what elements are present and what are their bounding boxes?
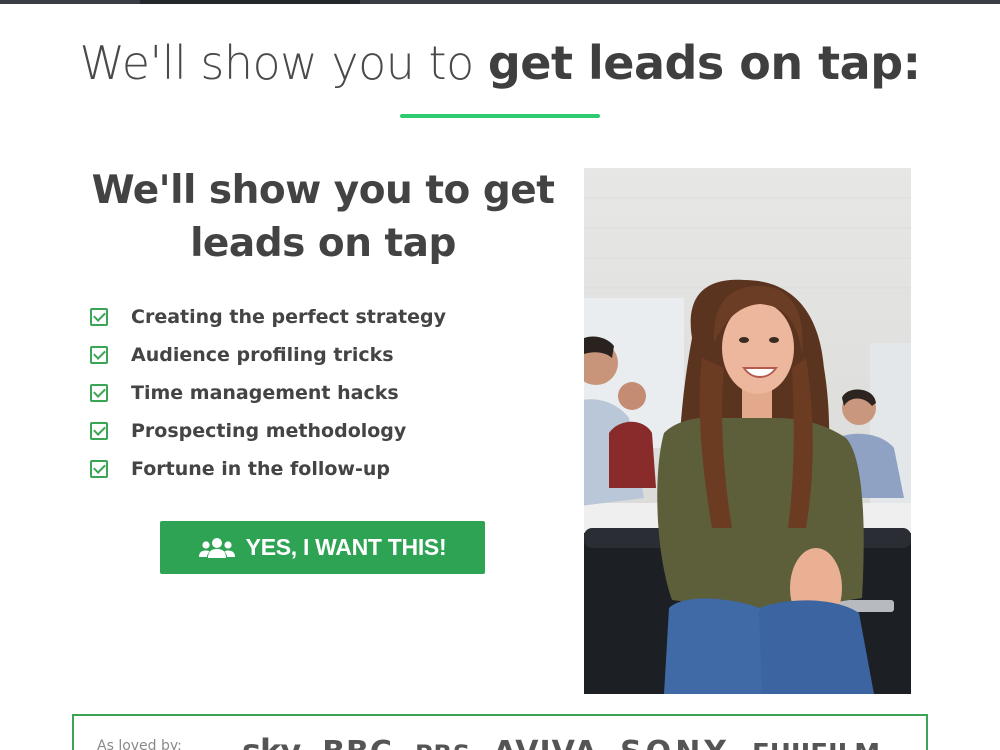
- brand-logos: sky BBC PBS AVIVA SONY FUJIFILM: [242, 732, 880, 750]
- feature-item: Prospecting methodology: [90, 412, 446, 450]
- feature-label: Fortune in the follow-up: [131, 458, 390, 480]
- as-loved-by-section: As loved by: sky BBC PBS AVIVA SONY FUJI…: [72, 714, 928, 750]
- hero-title-light: We'll show you to: [79, 36, 488, 90]
- pbs-logo: PBS: [415, 740, 471, 750]
- checkbox-checked-icon: [90, 308, 108, 326]
- users-icon: [198, 537, 235, 558]
- feature-label: Audience profiling tricks: [131, 344, 394, 366]
- checkbox-checked-icon: [90, 346, 108, 364]
- fujifilm-logo: FUJIFILM: [752, 739, 880, 750]
- sony-logo: SONY: [620, 735, 730, 750]
- bbc-logo: BBC: [322, 735, 393, 750]
- sky-logo: sky: [242, 732, 301, 750]
- hero-photo: [584, 168, 911, 694]
- cta-label: YES, I WANT THIS!: [245, 534, 447, 560]
- checkbox-checked-icon: [90, 384, 108, 402]
- offer-title-line1: We'll show you to get: [91, 168, 555, 213]
- offer-title: We'll show you to get leads on tap: [88, 164, 558, 270]
- offer-title-line2: leads on tap: [190, 221, 456, 266]
- hero-photo-illustration: [584, 168, 911, 694]
- as-loved-by-label: As loved by:: [97, 738, 182, 750]
- top-bar: [0, 0, 1000, 4]
- feature-label: Creating the perfect strategy: [131, 306, 446, 328]
- checkbox-checked-icon: [90, 422, 108, 440]
- aviva-logo: AVIVA: [493, 735, 598, 750]
- feature-item: Time management hacks: [90, 374, 446, 412]
- feature-label: Time management hacks: [131, 382, 399, 404]
- feature-item: Fortune in the follow-up: [90, 450, 446, 488]
- feature-list: Creating the perfect strategy Audience p…: [90, 298, 446, 488]
- checkbox-checked-icon: [90, 460, 108, 478]
- yes-i-want-this-button[interactable]: YES, I WANT THIS!: [160, 521, 485, 574]
- hero-underline: [400, 114, 600, 118]
- hero-title-bold: get leads on tap:: [487, 36, 921, 90]
- feature-label: Prospecting methodology: [131, 420, 407, 442]
- feature-item: Audience profiling tricks: [90, 336, 446, 374]
- hero-title: We'll show you to get leads on tap:: [0, 36, 1000, 90]
- feature-item: Creating the perfect strategy: [90, 298, 446, 336]
- top-bar-accent: [140, 0, 360, 4]
